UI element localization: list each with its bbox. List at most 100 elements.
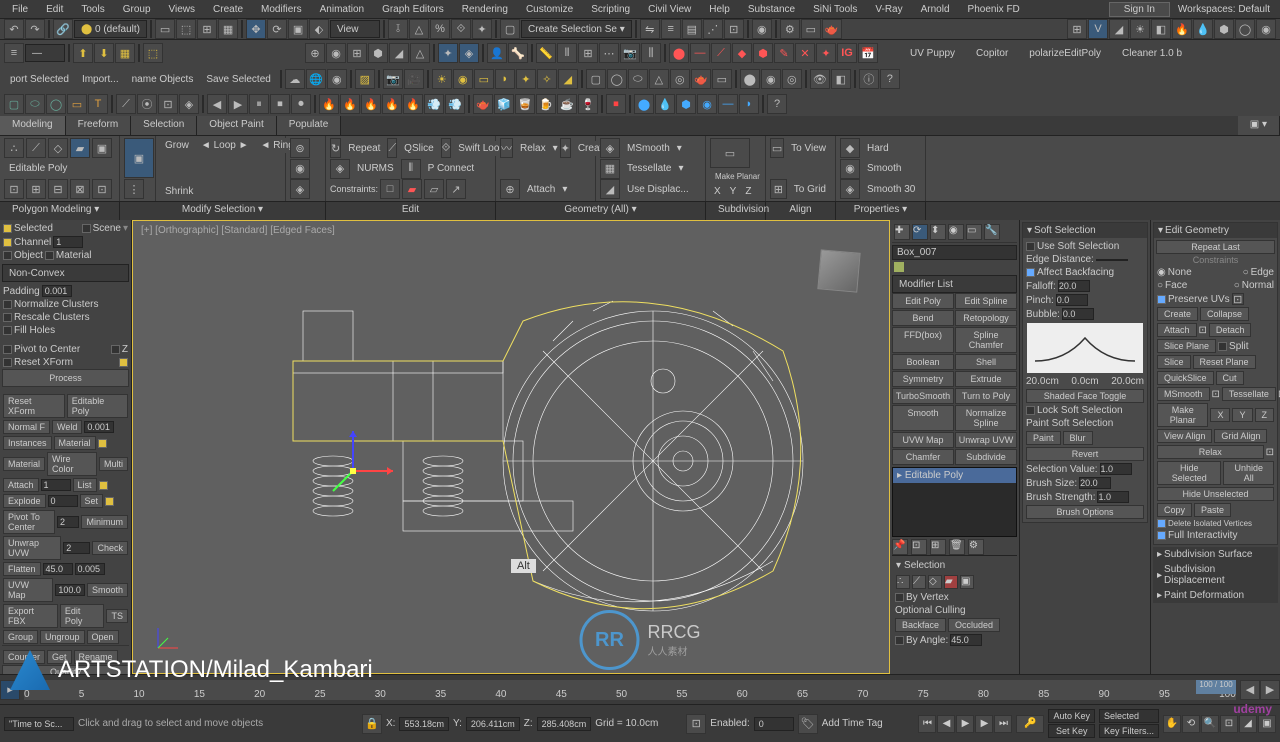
pconnect-icon[interactable]: ⫴ bbox=[401, 159, 421, 179]
snap-opt2-icon[interactable]: ◉ bbox=[326, 43, 346, 63]
preserve-opt-icon[interactable]: ⊡ bbox=[1232, 293, 1244, 305]
config-icon[interactable]: ⚙ bbox=[968, 539, 984, 555]
blue5-icon[interactable]: — bbox=[718, 94, 738, 114]
mod-boolean[interactable]: Boolean bbox=[892, 354, 954, 370]
redo-icon[interactable]: ↷ bbox=[25, 19, 45, 39]
hide-sel-btn[interactable]: Hide Selected bbox=[1157, 461, 1221, 485]
viewport-label[interactable]: [+] [Orthographic] [Standard] [Edged Fac… bbox=[141, 225, 335, 236]
qslice-icon[interactable]: ⟋ bbox=[387, 138, 397, 158]
ribbon-toggle-icon[interactable]: ▣ ▾ bbox=[1238, 116, 1280, 135]
copy-btn[interactable]: Copy bbox=[1157, 503, 1192, 517]
record-icon[interactable]: ⏺ bbox=[291, 94, 311, 114]
mod-subdivide[interactable]: Subdivide bbox=[955, 449, 1017, 465]
uv-puppy-label[interactable]: UV Puppy bbox=[900, 48, 965, 59]
render-icon[interactable]: 🫖 bbox=[822, 19, 842, 39]
qslice-btn[interactable]: QSlice bbox=[399, 141, 438, 156]
ref-coord-dropdown[interactable]: View bbox=[330, 20, 380, 38]
pin-stack-icon[interactable]: 📌 bbox=[892, 539, 908, 555]
fire3-icon[interactable]: 🔥 bbox=[361, 94, 381, 114]
brush-opts-btn[interactable]: Brush Options bbox=[1026, 505, 1144, 519]
make-planar-geo-btn[interactable]: Make Planar bbox=[1157, 403, 1208, 427]
pconnect-btn[interactable]: P Connect bbox=[423, 161, 480, 176]
menu-tools[interactable]: Tools bbox=[73, 2, 112, 17]
zoom-extents-icon[interactable]: ⊡ bbox=[1220, 715, 1238, 733]
sphere-icon[interactable]: ◉ bbox=[327, 69, 347, 89]
light-spot-icon[interactable]: ◢ bbox=[558, 69, 578, 89]
polarize-label[interactable]: polarizeEditPoly bbox=[1019, 48, 1111, 59]
sel-edge2-icon[interactable]: ⟋ bbox=[912, 575, 926, 589]
geo-torus-icon[interactable]: ◎ bbox=[670, 69, 690, 89]
nonconvex-dropdown[interactable]: Non-Convex bbox=[2, 264, 129, 282]
msmooth-geo-btn[interactable]: MSmooth bbox=[1157, 387, 1210, 401]
occluded-btn[interactable]: Occluded bbox=[948, 618, 1000, 632]
paint-btn[interactable]: Paint bbox=[1026, 431, 1061, 445]
import-btn[interactable]: Import... bbox=[76, 74, 125, 85]
grow-btn[interactable]: Grow bbox=[160, 138, 194, 153]
weld-btn[interactable]: Weld bbox=[52, 420, 82, 434]
align2-icon[interactable]: ⫴ bbox=[557, 43, 577, 63]
modifier-list-dropdown[interactable]: Modifier List bbox=[892, 275, 1017, 293]
import-selected-btn[interactable]: port Selected bbox=[4, 74, 75, 85]
workspaces-dropdown[interactable]: Workspaces: Default bbox=[1172, 2, 1276, 17]
edit-geometry-rollout[interactable]: ▾ Edit Geometry bbox=[1154, 223, 1277, 238]
cleaner-label[interactable]: Cleaner 1.0 b bbox=[1112, 48, 1192, 59]
menu-customize[interactable]: Customize bbox=[518, 2, 581, 17]
script-listener[interactable]: "Time to Sc... bbox=[4, 717, 74, 731]
phoenix-icon[interactable]: 🔥 bbox=[1172, 19, 1192, 39]
slice-btn[interactable]: Slice bbox=[1157, 355, 1191, 369]
menu-rendering[interactable]: Rendering bbox=[454, 2, 516, 17]
lock-soft-check[interactable] bbox=[1026, 406, 1035, 415]
tab-populate[interactable]: Populate bbox=[277, 116, 341, 135]
vray-tool-icon[interactable]: ◢ bbox=[1109, 19, 1129, 39]
snap-toggle-icon[interactable]: ⫱ bbox=[388, 19, 408, 39]
sel-elem2-icon[interactable]: ▣ bbox=[960, 575, 974, 589]
flatten-input2[interactable]: 0.005 bbox=[75, 563, 105, 575]
cube-icon[interactable]: ▨ bbox=[355, 69, 375, 89]
blue2-icon[interactable]: 💧 bbox=[655, 94, 675, 114]
padding-input[interactable]: 0.001 bbox=[42, 285, 72, 297]
open-btn[interactable]: Open bbox=[87, 630, 119, 644]
relax-icon[interactable]: 〰 bbox=[500, 138, 513, 158]
mod-shell[interactable]: Shell bbox=[955, 354, 1017, 370]
snap-opt-icon[interactable]: ⊕ bbox=[305, 43, 325, 63]
menu-civil-view[interactable]: Civil View bbox=[640, 2, 699, 17]
hard-icon[interactable]: ◆ bbox=[840, 138, 860, 158]
wirecolor-btn[interactable]: Wire Color bbox=[47, 452, 97, 476]
play-back-icon[interactable]: ◀ bbox=[207, 94, 227, 114]
soft-sel3-icon[interactable]: ◈ bbox=[290, 179, 310, 199]
modifier-stack[interactable]: ▸ Editable Poly bbox=[892, 467, 1017, 537]
snap-opt3-icon[interactable]: ⊞ bbox=[347, 43, 367, 63]
attach-icon[interactable]: ⊕ bbox=[500, 179, 520, 199]
render-frame-icon[interactable]: ▭ bbox=[801, 19, 821, 39]
scale-icon[interactable]: ▣ bbox=[288, 19, 308, 39]
fire4-icon[interactable]: 🔥 bbox=[382, 94, 402, 114]
soft-sel-icon[interactable]: ⊚ bbox=[290, 138, 310, 158]
cut-btn[interactable]: Cut bbox=[1216, 371, 1244, 385]
menu-edit[interactable]: Edit bbox=[38, 2, 71, 17]
mod-unwrap-uvw[interactable]: Unwrap UVW bbox=[955, 432, 1017, 448]
z-btn[interactable]: Z bbox=[1255, 408, 1275, 422]
mod-extrude[interactable]: Extrude bbox=[955, 371, 1017, 387]
convert-1-icon[interactable]: ⊡ bbox=[4, 179, 24, 199]
camera-icon[interactable]: 📷 bbox=[383, 69, 403, 89]
red-pencil-icon[interactable]: ✎ bbox=[774, 43, 794, 63]
light-plane-icon[interactable]: ▭ bbox=[474, 69, 494, 89]
preview-sel-icon[interactable]: ▣ bbox=[124, 138, 154, 178]
repeat-last-btn[interactable]: Repeat Last bbox=[1156, 240, 1275, 254]
menu-phoenix[interactable]: Phoenix FD bbox=[960, 2, 1028, 17]
to-view-icon[interactable]: ▭ bbox=[770, 138, 784, 158]
nurms-icon[interactable]: ◈ bbox=[330, 159, 350, 179]
layer-tool2-icon[interactable]: ⬇ bbox=[94, 43, 114, 63]
red-line2-icon[interactable]: ⟋ bbox=[711, 43, 731, 63]
vray-icon[interactable]: V bbox=[1088, 19, 1108, 39]
attach-geo-btn[interactable]: Attach bbox=[1157, 323, 1197, 337]
smooth30-icon[interactable]: ◈ bbox=[840, 179, 860, 199]
blue6-icon[interactable]: ◗ bbox=[739, 94, 759, 114]
sign-in-button[interactable]: Sign In bbox=[1109, 2, 1170, 17]
select-region-icon[interactable]: ⬚ bbox=[176, 19, 196, 39]
name-objects-btn[interactable]: name Objects bbox=[126, 74, 200, 85]
sel-vert-icon[interactable]: ∴ bbox=[896, 575, 910, 589]
resetx-check[interactable] bbox=[3, 358, 12, 367]
brushsize-input[interactable]: 20.0 bbox=[1079, 477, 1111, 489]
bubble-input[interactable]: 0.0 bbox=[1062, 308, 1094, 320]
